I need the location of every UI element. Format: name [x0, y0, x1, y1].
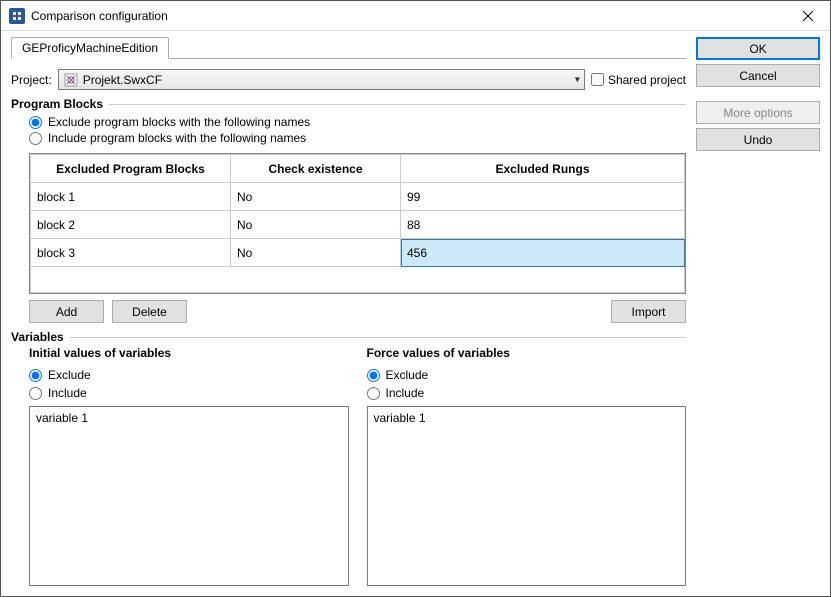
cell-rungs[interactable]: 99 [401, 183, 685, 211]
force-include-label: Include [386, 386, 425, 400]
force-include-radio[interactable]: Include [367, 386, 687, 400]
cell-name[interactable]: block 1 [31, 183, 231, 211]
chevron-down-icon: ▾ [575, 74, 580, 85]
initial-include-label: Include [48, 386, 87, 400]
force-exclude-radio[interactable]: Exclude [367, 368, 687, 382]
force-include-input[interactable] [367, 387, 380, 400]
project-label: Project: [11, 73, 52, 87]
force-exclude-input[interactable] [367, 369, 380, 382]
import-button[interactable]: Import [611, 300, 686, 323]
force-heading: Force values of variables [367, 346, 687, 360]
titlebar: Comparison configuration [1, 1, 830, 31]
pb-exclude-label: Exclude program blocks with the followin… [48, 115, 310, 129]
table-row[interactable]: block 1 No 99 [31, 183, 685, 211]
initial-values-panel: Initial values of variables Exclude Incl… [29, 346, 349, 586]
empty-cell[interactable] [31, 267, 685, 293]
table-row-empty[interactable] [31, 267, 685, 293]
list-item[interactable]: variable 1 [36, 411, 342, 425]
pb-include-radio[interactable]: Include program blocks with the followin… [29, 131, 686, 145]
initial-exclude-input[interactable] [29, 369, 42, 382]
th-excluded-rungs[interactable]: Excluded Rungs [401, 155, 685, 183]
cell-name[interactable]: block 3 [31, 239, 231, 267]
project-file-icon [63, 72, 79, 88]
force-listbox[interactable]: variable 1 [367, 406, 687, 586]
program-blocks-group: Program Blocks Exclude program blocks wi… [11, 104, 686, 323]
list-item[interactable]: variable 1 [374, 411, 680, 425]
initial-exclude-label: Exclude [48, 368, 91, 382]
tab-ge-proficy[interactable]: GEProficyMachineEdition [11, 37, 169, 59]
cell-check[interactable]: No [231, 211, 401, 239]
variables-legend: Variables [11, 330, 70, 344]
add-button[interactable]: Add [29, 300, 104, 323]
pb-exclude-input[interactable] [29, 116, 42, 129]
table-row[interactable]: block 3 No 456 [31, 239, 685, 267]
shared-project-label: Shared project [608, 73, 686, 87]
cell-rungs[interactable]: 88 [401, 211, 685, 239]
dialog-window: Comparison configuration GEProficyMachin… [0, 0, 831, 597]
undo-button[interactable]: Undo [696, 128, 820, 151]
variables-group: Variables Initial values of variables Ex… [11, 337, 686, 586]
project-value: Projekt.SwxCF [83, 73, 162, 87]
th-excluded-blocks[interactable]: Excluded Program Blocks [31, 155, 231, 183]
tabstrip: GEProficyMachineEdition [11, 37, 686, 59]
side-button-panel: OK Cancel More options Undo [696, 37, 820, 586]
initial-listbox[interactable]: variable 1 [29, 406, 349, 586]
pb-exclude-radio[interactable]: Exclude program blocks with the followin… [29, 115, 686, 129]
initial-include-radio[interactable]: Include [29, 386, 349, 400]
cell-check[interactable]: No [231, 239, 401, 267]
app-icon [9, 8, 25, 24]
th-check-existence[interactable]: Check existence [231, 155, 401, 183]
program-blocks-legend: Program Blocks [11, 97, 109, 111]
close-button[interactable] [785, 1, 830, 31]
ok-button[interactable]: OK [696, 37, 820, 60]
pb-include-label: Include program blocks with the followin… [48, 131, 306, 145]
initial-heading: Initial values of variables [29, 346, 349, 360]
project-select[interactable]: Projekt.SwxCF ▾ [58, 69, 585, 90]
pb-include-input[interactable] [29, 132, 42, 145]
initial-exclude-radio[interactable]: Exclude [29, 368, 349, 382]
force-exclude-label: Exclude [386, 368, 429, 382]
more-options-button[interactable]: More options [696, 101, 820, 124]
force-values-panel: Force values of variables Exclude Includ… [367, 346, 687, 586]
window-title: Comparison configuration [31, 9, 168, 23]
shared-project-checkbox[interactable]: Shared project [591, 73, 686, 87]
delete-button[interactable]: Delete [112, 300, 187, 323]
cell-check[interactable]: No [231, 183, 401, 211]
program-blocks-table[interactable]: Excluded Program Blocks Check existence … [29, 153, 686, 294]
cell-rungs-selected[interactable]: 456 [401, 239, 685, 267]
close-icon [803, 11, 813, 21]
initial-include-input[interactable] [29, 387, 42, 400]
table-row[interactable]: block 2 No 88 [31, 211, 685, 239]
cell-name[interactable]: block 2 [31, 211, 231, 239]
cancel-button[interactable]: Cancel [696, 64, 820, 87]
shared-project-input[interactable] [591, 73, 604, 86]
